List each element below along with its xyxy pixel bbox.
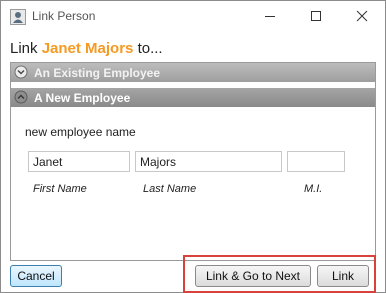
person-name: Janet Majors	[41, 40, 134, 57]
accordion-label-existing: An Existing Employee	[34, 66, 161, 80]
cancel-button[interactable]: Cancel	[10, 265, 62, 287]
person-link-icon	[10, 9, 26, 25]
middle-initial-label: M.I.	[304, 183, 323, 195]
heading-suffix: to...	[137, 40, 163, 57]
minimize-icon[interactable]	[247, 1, 293, 31]
last-name-input[interactable]	[135, 151, 282, 172]
dialog-heading: Link Janet Majors to...	[10, 40, 163, 57]
accordion-label-new: A New Employee	[34, 91, 131, 105]
accordion-header-existing-employee[interactable]: An Existing Employee	[11, 63, 375, 82]
link-button[interactable]: Link	[317, 265, 369, 287]
first-name-input[interactable]	[28, 151, 130, 172]
heading-prefix: Link	[10, 40, 38, 57]
title-bar[interactable]: Link Person	[1, 1, 385, 32]
maximize-icon[interactable]	[293, 1, 339, 31]
first-name-label: First Name	[33, 183, 87, 195]
close-icon[interactable]	[339, 1, 385, 31]
new-employee-name-label: new employee name	[25, 125, 136, 139]
link-person-window: Link Person Link Janet Majors to... An E…	[0, 0, 386, 293]
chevron-down-icon	[14, 65, 28, 79]
window-title: Link Person	[32, 9, 96, 23]
last-name-label: Last Name	[143, 183, 197, 195]
link-and-go-to-next-button[interactable]: Link & Go to Next	[195, 265, 311, 287]
chevron-up-icon	[14, 90, 28, 104]
middle-initial-input[interactable]	[287, 151, 345, 172]
link-target-accordion: An Existing Employee A New Employee new …	[10, 62, 376, 261]
accordion-header-new-employee[interactable]: A New Employee	[11, 88, 375, 107]
